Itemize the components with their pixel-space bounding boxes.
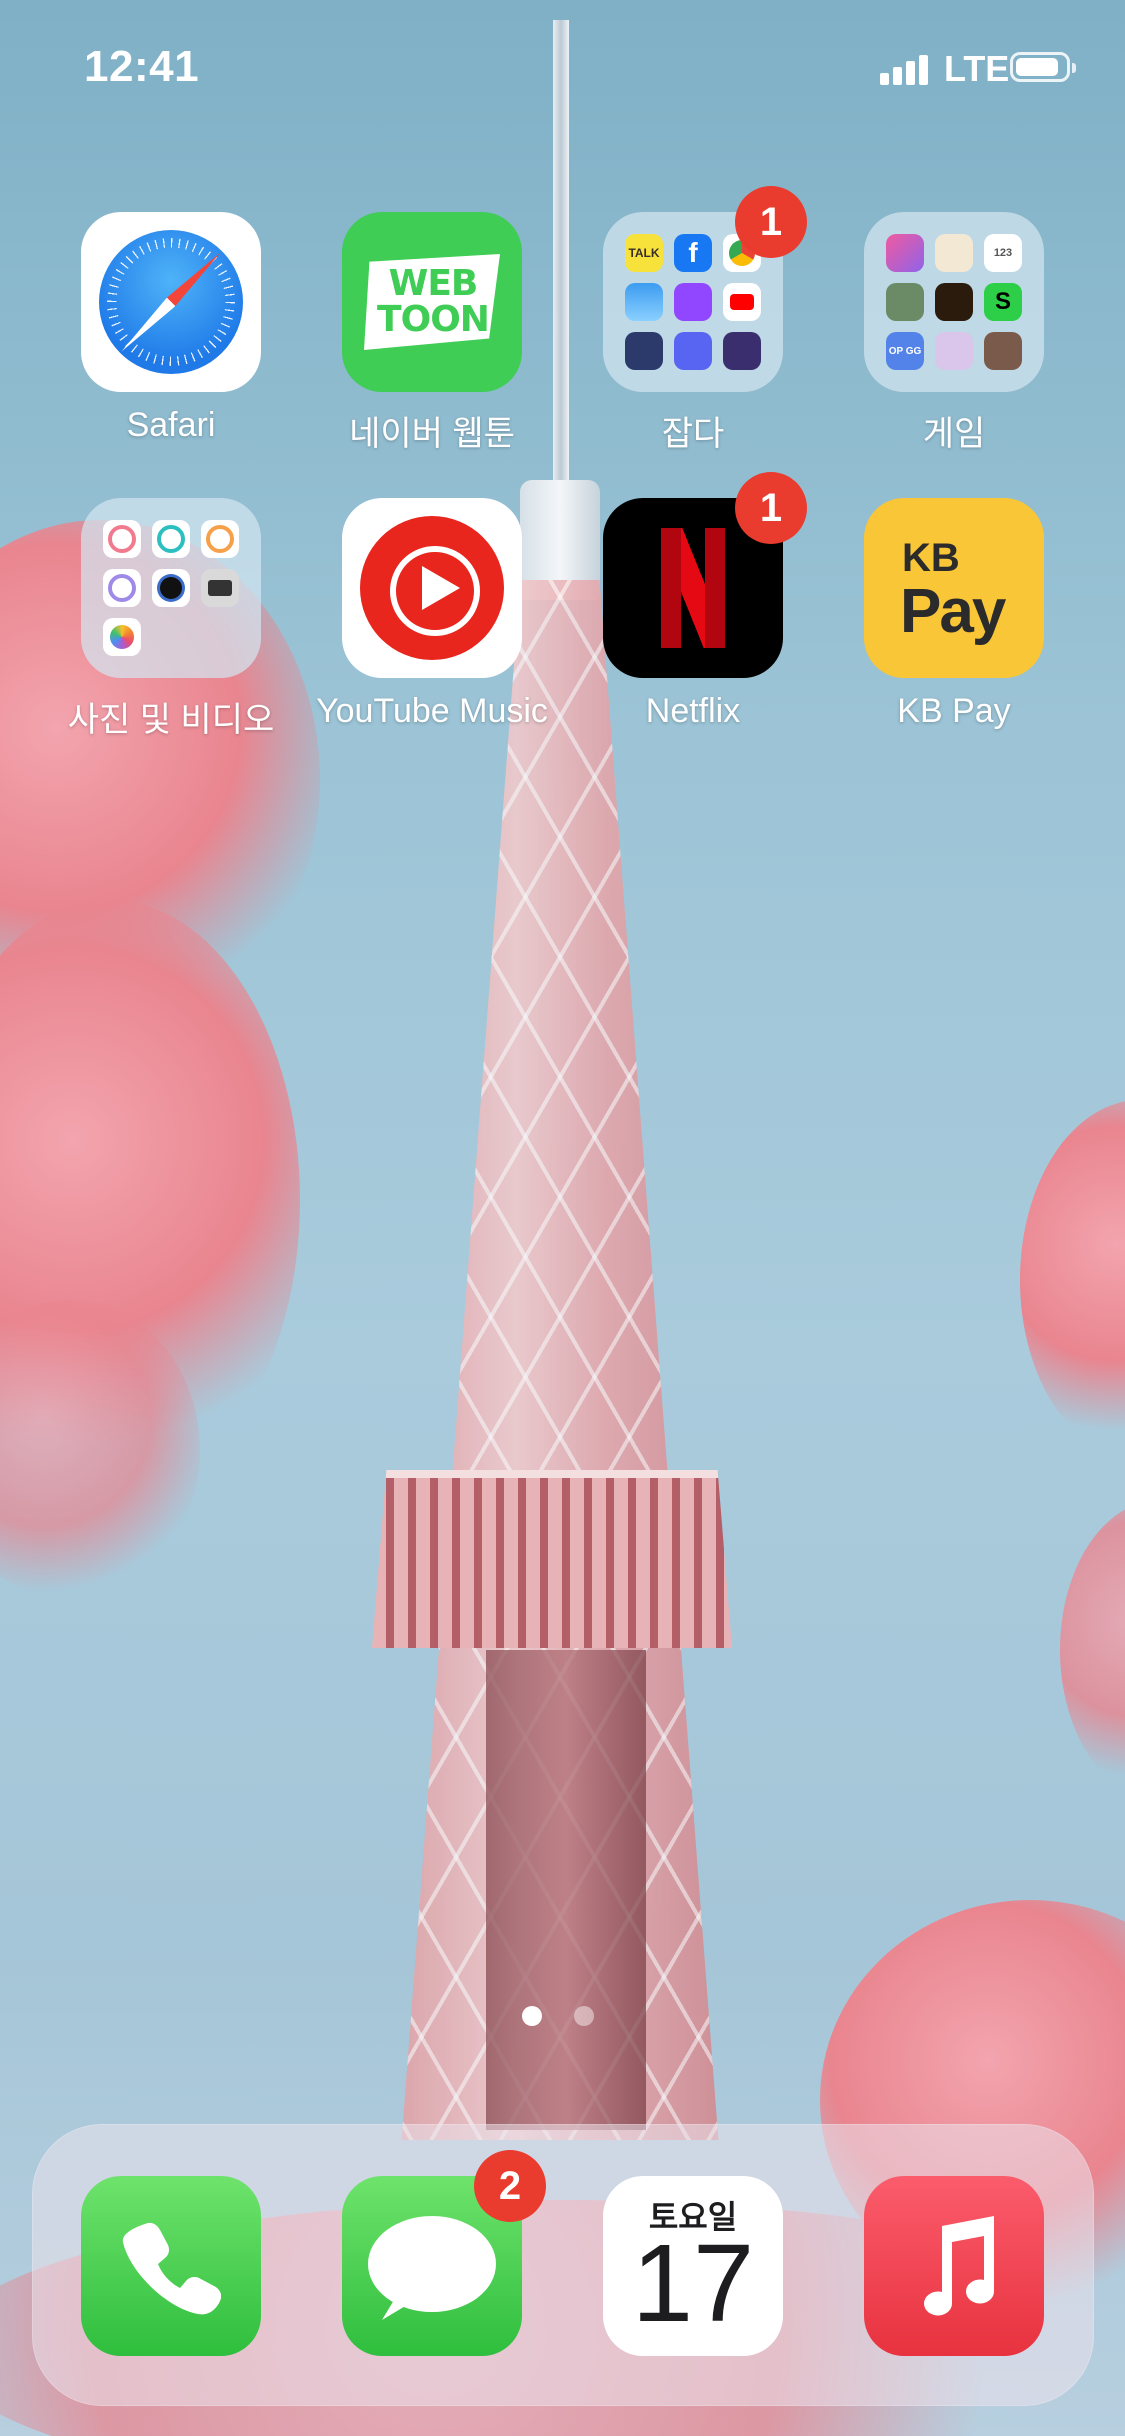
netflix-icon[interactable]: 1 bbox=[603, 472, 807, 678]
page-indicator[interactable] bbox=[522, 2006, 602, 2026]
youtube-music-icon[interactable] bbox=[342, 498, 522, 678]
app-mini-icon bbox=[625, 332, 663, 370]
game-mini-icon bbox=[886, 283, 924, 321]
app-mini-icon bbox=[201, 520, 239, 558]
folder-icon[interactable]: 123 S OP GG bbox=[864, 212, 1044, 392]
phone-icon[interactable] bbox=[81, 2176, 261, 2356]
app-mini-icon bbox=[103, 569, 141, 607]
game-mini-icon bbox=[935, 332, 973, 370]
status-time: 12:41 bbox=[84, 42, 200, 91]
page-dot-active[interactable] bbox=[522, 2006, 542, 2026]
calendar-date: 17 bbox=[631, 2222, 755, 2345]
folder-photos-video[interactable]: 사진 및 비디오 bbox=[68, 498, 274, 741]
dock-app-music[interactable] bbox=[864, 2176, 1044, 2356]
camera-lens-mini-icon bbox=[152, 569, 190, 607]
weather-mini-icon bbox=[625, 283, 663, 321]
kb-icon-text: KB bbox=[902, 536, 960, 580]
app-safari[interactable]: Safari bbox=[81, 212, 261, 445]
battery-icon bbox=[1010, 52, 1076, 82]
folder-icon[interactable] bbox=[81, 498, 261, 678]
photos-mini-icon bbox=[103, 618, 141, 656]
youtube-mini-icon bbox=[723, 283, 761, 321]
app-label: 사진 및 비디오 bbox=[67, 701, 275, 739]
game-mini-icon: S bbox=[984, 283, 1022, 321]
music-icon[interactable] bbox=[864, 2176, 1044, 2356]
discord-mini-icon bbox=[674, 332, 712, 370]
folder-misc[interactable]: TALK f 1 잡다 bbox=[603, 186, 807, 455]
dock-app-phone[interactable] bbox=[81, 2176, 261, 2356]
safari-icon[interactable] bbox=[81, 212, 261, 392]
app-netflix[interactable]: 1 Netflix bbox=[603, 472, 807, 731]
opgg-mini-icon: OP GG bbox=[886, 332, 924, 370]
app-naver-webtoon[interactable]: WEB TOON 네이버 웹툰 bbox=[342, 212, 522, 455]
game-mini-icon bbox=[935, 283, 973, 321]
notification-badge: 1 bbox=[735, 186, 807, 258]
calendar-icon[interactable]: 토요일 17 bbox=[603, 2176, 783, 2356]
app-mini-icon bbox=[103, 520, 141, 558]
kakaotalk-mini-icon: TALK bbox=[625, 234, 663, 272]
kb-pay-icon[interactable]: KB Pay bbox=[864, 498, 1044, 678]
game-mini-icon bbox=[984, 332, 1022, 370]
camera-mini-icon bbox=[201, 569, 239, 607]
network-type: LTE bbox=[944, 48, 1010, 89]
game-mini-icon bbox=[886, 234, 924, 272]
feather-mini-icon bbox=[723, 332, 761, 370]
cellular-signal-icon bbox=[880, 55, 936, 85]
cat-mini-icon bbox=[935, 234, 973, 272]
notification-badge: 2 bbox=[474, 2150, 546, 2222]
pay-icon-text: Pay bbox=[900, 577, 1006, 646]
notification-badge: 1 bbox=[735, 472, 807, 544]
sudoku-mini-icon: 123 bbox=[984, 234, 1022, 272]
dock: 2 토요일 17 bbox=[32, 2124, 1094, 2406]
dock-app-calendar[interactable]: 토요일 17 bbox=[603, 2176, 783, 2356]
webtoon-icon-text: WEB TOON bbox=[377, 263, 490, 340]
app-label: KB Pay bbox=[897, 692, 1011, 730]
messages-icon[interactable]: 2 bbox=[342, 2150, 546, 2356]
folder-games[interactable]: 123 S OP GG 게임 bbox=[864, 212, 1044, 455]
app-kb-pay[interactable]: KB Pay KB Pay bbox=[864, 498, 1044, 731]
app-label: YouTube Music bbox=[316, 692, 548, 730]
app-label: 네이버 웹툰 bbox=[349, 415, 515, 453]
twitch-mini-icon bbox=[674, 283, 712, 321]
app-mini-icon bbox=[152, 520, 190, 558]
dock-app-messages[interactable]: 2 bbox=[342, 2150, 546, 2356]
app-youtube-music[interactable]: YouTube Music bbox=[316, 498, 548, 731]
app-label: 잡다 bbox=[661, 415, 725, 453]
app-label: 게임 bbox=[922, 415, 986, 453]
facebook-mini-icon: f bbox=[674, 234, 712, 272]
app-label: Netflix bbox=[645, 692, 741, 730]
status-bar: 12:41 LTE bbox=[0, 0, 1125, 140]
page-dot[interactable] bbox=[574, 2006, 594, 2026]
folder-icon[interactable]: TALK f 1 bbox=[603, 186, 807, 392]
webtoon-icon[interactable]: WEB TOON bbox=[342, 212, 522, 392]
app-label: Safari bbox=[126, 406, 216, 444]
